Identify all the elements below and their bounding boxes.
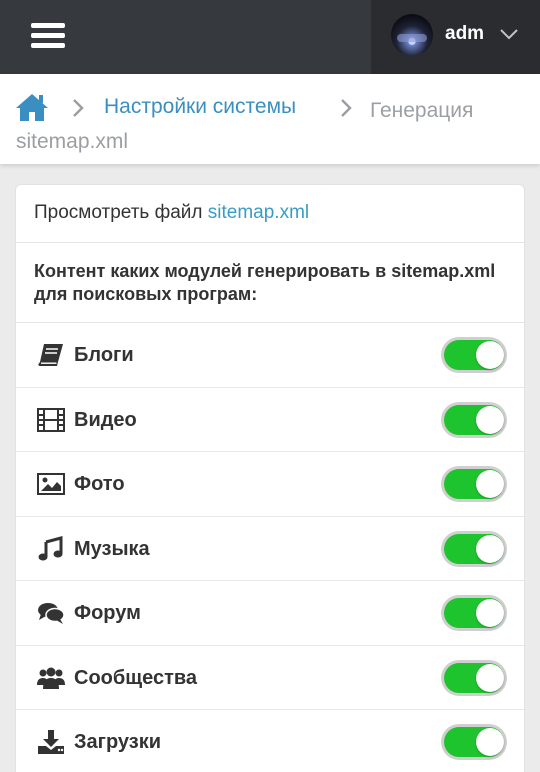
download-icon [38, 730, 64, 754]
settings-card: Просмотреть файл sitemap.xml Контент как… [15, 184, 525, 772]
toggle-switch[interactable] [441, 724, 507, 760]
hamburger-menu-icon[interactable] [28, 18, 68, 52]
module-label: Блоги [74, 344, 134, 366]
film-icon [37, 407, 65, 432]
module-row-video: Видео [16, 388, 524, 452]
module-row-communities: Сообщества [16, 646, 524, 710]
module-label: Видео [74, 408, 137, 431]
toggle-switch[interactable] [441, 659, 507, 696]
module-row-blogs: Блоги [16, 323, 524, 388]
users-icon [37, 667, 65, 689]
module-row-music: Музыка [16, 517, 524, 581]
toggle-switch[interactable] [441, 337, 507, 373]
module-label: Сообщества [74, 666, 198, 689]
username: adm [445, 23, 485, 44]
toggle-switch[interactable] [441, 466, 507, 502]
image-icon [37, 473, 65, 495]
module-row-forum: Форум [16, 581, 524, 646]
module-label: Загрузки [74, 731, 162, 753]
module-label: Фото [74, 473, 125, 495]
module-label: Музыка [74, 537, 150, 560]
module-label: Форум [74, 602, 141, 624]
chevron-down-icon[interactable] [499, 24, 519, 44]
user-menu[interactable]: adm [371, 0, 540, 74]
comments-icon [38, 603, 65, 624]
module-row-downloads: Загрузки [16, 710, 524, 772]
book-icon [38, 344, 63, 366]
view-file-label: Просмотреть файл [34, 202, 203, 223]
module-row-photo: Фото [16, 452, 524, 517]
sitemap-file-link[interactable]: sitemap.xml [208, 202, 309, 223]
top-bar: adm [0, 0, 540, 74]
view-file-row: Просмотреть файл sitemap.xml [16, 185, 524, 243]
toggle-switch[interactable] [441, 530, 507, 567]
toggle-switch[interactable] [441, 401, 507, 438]
breadcrumb: Настройки системы Генерация sitemap.xml [0, 74, 540, 164]
modules-heading: Контент каких модулей генерировать в sit… [16, 243, 524, 323]
toggle-switch[interactable] [441, 595, 507, 631]
music-icon [38, 535, 63, 560]
breadcrumb-current: Генерация sitemap.xml [16, 99, 474, 153]
avatar[interactable] [391, 14, 433, 56]
